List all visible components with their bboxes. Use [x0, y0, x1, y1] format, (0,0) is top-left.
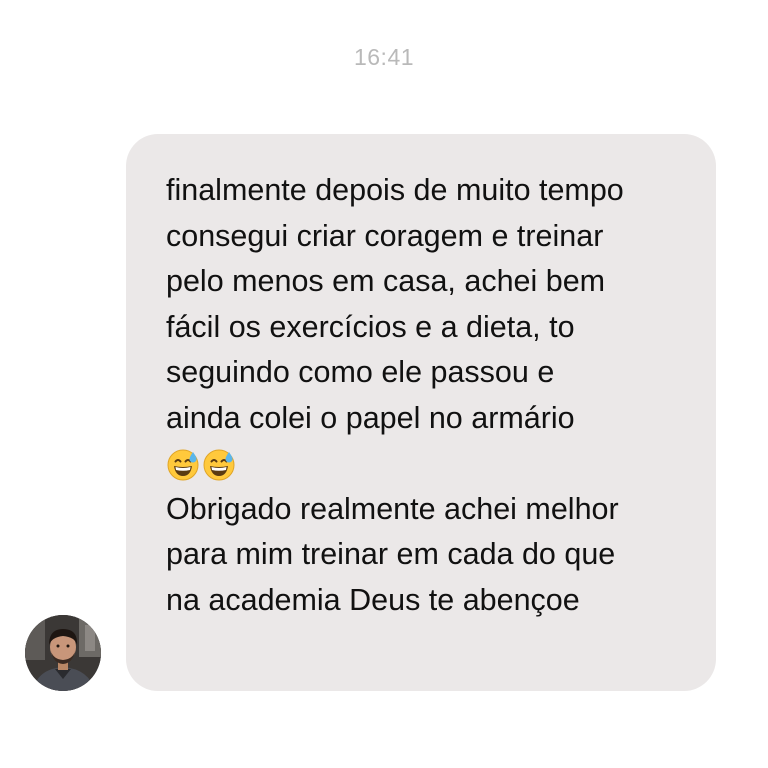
message-line: fácil os exercícios e a dieta, to — [166, 309, 575, 344]
user-photo-icon — [25, 615, 101, 691]
message-line: na academia Deus te abençoe — [166, 582, 580, 617]
grinning-face-with-sweat-icon — [202, 447, 236, 481]
message-line: ainda colei o papel no armário — [166, 400, 575, 435]
message-line: seguindo como ele passou e — [166, 355, 555, 389]
grinning-face-with-sweat-icon — [166, 447, 200, 481]
message-bubble[interactable]: finalmente depois de muito tempo consegu… — [126, 134, 716, 691]
message-line: pelo menos em casa, achei bem — [166, 264, 606, 298]
sender-avatar[interactable] — [25, 615, 101, 691]
message-line: para mim treinar em cada do que — [166, 537, 616, 571]
message-line: Obrigado realmente achei melhor — [166, 491, 619, 526]
message-text: finalmente depois de muito tempo consegu… — [166, 168, 696, 623]
message-line: finalmente depois de muito tempo — [166, 173, 624, 207]
message-line: consegui criar coragem e treinar — [166, 218, 604, 253]
emoji-row — [166, 441, 696, 487]
timestamp: 16:41 — [353, 44, 415, 70]
